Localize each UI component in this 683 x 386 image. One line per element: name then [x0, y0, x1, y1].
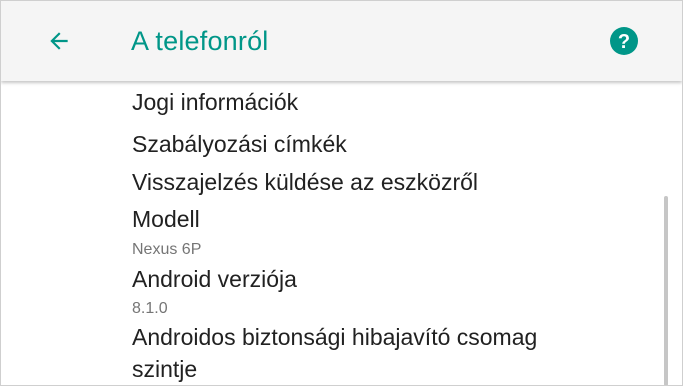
back-button[interactable] [39, 21, 79, 61]
list-item-security-patch-label-cont[interactable]: szintje [132, 356, 197, 383]
svg-text:?: ? [618, 31, 630, 53]
settings-list: Jogi információk Szabályozási címkék Vis… [1, 81, 682, 385]
list-item-model-label[interactable]: Modell [132, 206, 200, 233]
help-button[interactable]: ? [607, 24, 641, 58]
list-item-regulatory-labels[interactable]: Szabályozási címkék [132, 131, 347, 158]
list-item-security-patch-label[interactable]: Androidos biztonsági hibajavító csomag [132, 324, 537, 351]
list-item-android-version-value: 8.1.0 [132, 300, 168, 317]
help-circle-icon: ? [610, 27, 638, 55]
settings-screen: A telefonról ? Jogi információk Szabályo… [0, 0, 683, 386]
list-item-legal-info[interactable]: Jogi információk [132, 89, 298, 116]
page-title: A telefonról [131, 26, 269, 56]
list-item-android-version-label[interactable]: Android verziója [132, 266, 297, 293]
arrow-left-icon [50, 32, 68, 50]
scrollbar[interactable] [664, 196, 668, 385]
app-bar: A telefonról ? [1, 1, 682, 81]
list-item-send-feedback[interactable]: Visszajelzés küldése az eszközről [132, 169, 478, 196]
list-item-model-value: Nexus 6P [132, 241, 202, 258]
